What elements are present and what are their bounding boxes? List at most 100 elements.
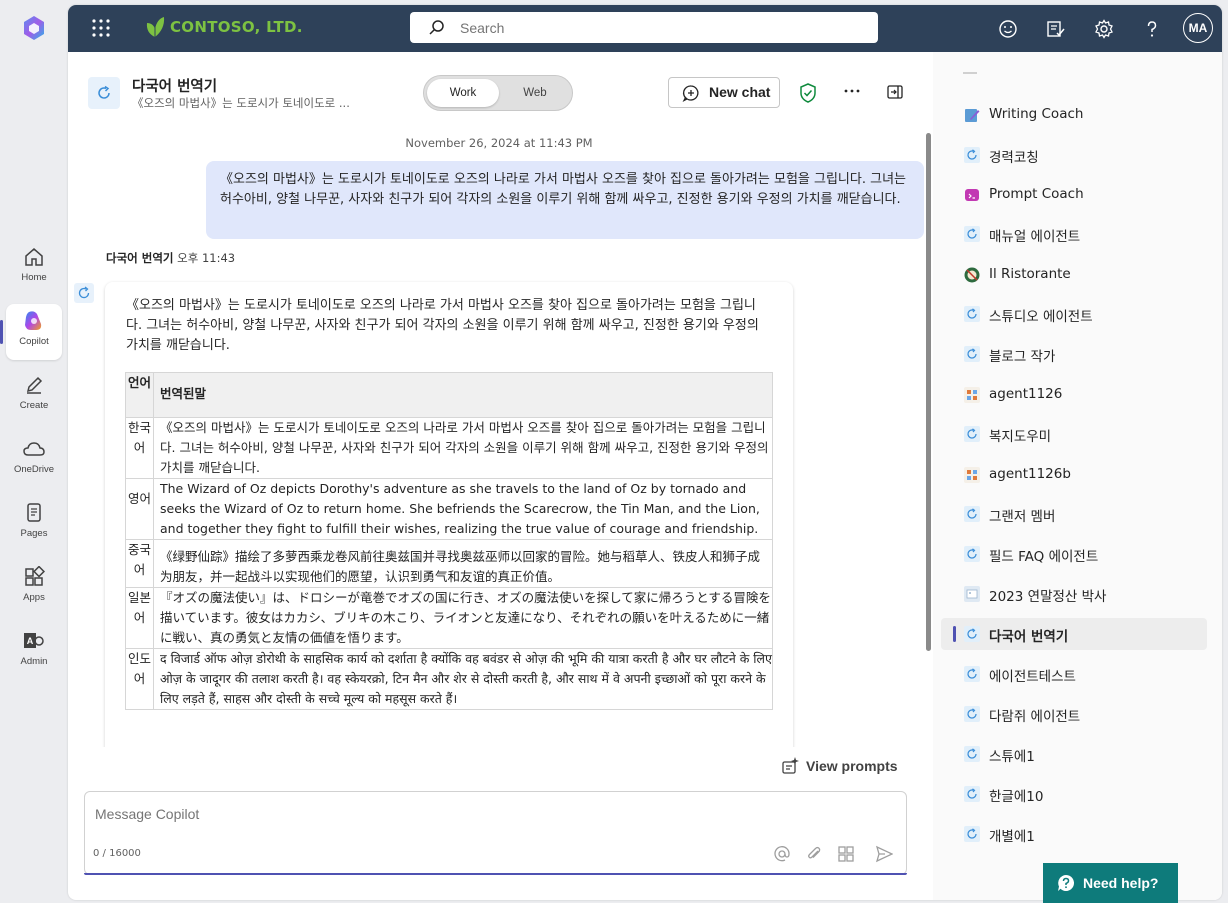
rail-copilot[interactable]: Copilot: [0, 304, 62, 360]
left-rail: Home Copilot Create OneDrive Pages Apps …: [0, 0, 68, 903]
feedback-smiley-icon[interactable]: [997, 18, 1019, 40]
rail-onedrive-label: OneDrive: [13, 464, 55, 475]
agent-item-selected[interactable]: 다국어 번역기: [941, 618, 1207, 650]
shield-check-icon[interactable]: [798, 82, 818, 104]
agent-item[interactable]: 2023 연말정산 박사: [941, 578, 1207, 610]
agent-item-writing-coach[interactable]: Writing Coach: [941, 99, 1207, 131]
agent-icon: [964, 666, 980, 682]
m365-logo-icon[interactable]: [20, 14, 48, 42]
agent-item-ristorante[interactable]: Il Ristorante: [941, 259, 1207, 291]
settings-gear-icon[interactable]: [1093, 18, 1115, 40]
agent-icon: [964, 346, 980, 362]
ristorante-icon: [964, 267, 980, 283]
agent-item[interactable]: 복지도우미: [941, 418, 1207, 450]
view-prompts-label: View prompts: [806, 758, 898, 774]
apps-addin-icon[interactable]: [837, 845, 855, 863]
language-cell: 영어: [125, 478, 154, 540]
add-chat-icon: [682, 85, 699, 102]
cloud-icon: [23, 442, 45, 456]
top-bar: CONTOSO, LTD. MA: [68, 5, 1222, 52]
agent-item[interactable]: 개별에1: [941, 818, 1207, 850]
attach-paperclip-icon[interactable]: [805, 845, 823, 863]
agent-label: 에이전트테스트: [989, 669, 1076, 685]
refresh-agent-icon: [98, 85, 110, 99]
more-options-icon[interactable]: [843, 87, 861, 95]
rail-admin[interactable]: A Admin: [6, 624, 62, 680]
translation-table: 언어 번역된말 한국어 《오즈의 마법사》는 도로시가 토네이도로 오즈의 나라…: [125, 372, 773, 710]
agent-label: agent1126: [989, 386, 1063, 402]
agent-item[interactable]: agent1126: [941, 379, 1207, 411]
language-cell: 중국어: [125, 539, 154, 588]
help-question-icon[interactable]: [1141, 18, 1163, 40]
writing-coach-icon: [965, 109, 980, 122]
agent-item-prompt-coach[interactable]: Prompt Coach: [941, 179, 1207, 211]
search-icon: [429, 20, 444, 35]
agent-item[interactable]: 경력코칭: [941, 139, 1207, 171]
agent-item[interactable]: 한글에10: [941, 778, 1207, 810]
rail-apps[interactable]: Apps: [6, 560, 62, 616]
agent-item[interactable]: 필드 FAQ 에이전트: [941, 538, 1207, 570]
agent-item[interactable]: agent1126b: [941, 459, 1207, 491]
table-row: 영어 The Wizard of Oz depicts Dorothy's ad…: [125, 478, 773, 540]
rail-home-label: Home: [21, 272, 47, 283]
new-chat-button[interactable]: New chat: [668, 77, 780, 108]
notes-check-icon[interactable]: [1045, 18, 1067, 40]
message-composer: 0 / 16000: [84, 791, 907, 875]
agent-label: 스튜디오 에이전트: [989, 309, 1093, 325]
agent-icon: [964, 786, 980, 802]
agent-item[interactable]: 스튜에1: [941, 738, 1207, 770]
selected-indicator: [953, 626, 956, 642]
chat-thread: November 26, 2024 at 11:43 PM 《오즈의 마법사》는…: [68, 125, 930, 747]
svg-text:A: A: [27, 636, 34, 646]
mention-at-icon[interactable]: [773, 845, 791, 863]
agent-item[interactable]: 그랜저 멤버: [941, 498, 1207, 530]
agent-item[interactable]: 다람쥐 에이전트: [941, 698, 1207, 730]
sparkle-prompts-icon: [782, 757, 799, 774]
agent-label: 한글에10: [989, 789, 1044, 805]
message-input[interactable]: [93, 804, 877, 836]
agent-icon: [964, 306, 980, 322]
translation-cell: 『オズの魔法使い』は、ドロシーが竜巻でオズの国に行き、オズの魔法使いを探して家に…: [153, 587, 773, 649]
agent-label: 복지도우미: [989, 429, 1052, 445]
collapse-panel-icon[interactable]: [886, 83, 904, 101]
search-input[interactable]: [458, 17, 862, 39]
rail-pages-label: Pages: [20, 528, 48, 539]
agent-label: 스튜에1: [989, 749, 1035, 765]
work-web-toggle[interactable]: Work Web: [423, 75, 573, 111]
user-avatar[interactable]: MA: [1183, 13, 1213, 43]
agent-item[interactable]: 에이전트테스트: [941, 658, 1207, 690]
pen-icon: [26, 376, 43, 394]
send-icon[interactable]: [875, 845, 893, 863]
rail-pages[interactable]: Pages: [6, 496, 62, 552]
agent-subtitle: 《오즈의 마법사》는 도로시가 토네이도로 ...: [132, 96, 350, 110]
rail-onedrive[interactable]: OneDrive: [6, 432, 62, 488]
agent-label: 2023 연말정산 박사: [989, 589, 1107, 605]
agent-icon: [964, 426, 980, 442]
rail-admin-label: Admin: [20, 656, 48, 667]
new-chat-label: New chat: [709, 84, 771, 100]
agent-title: 다국어 번역기: [132, 79, 218, 95]
rail-create[interactable]: Create: [6, 368, 62, 424]
bot-agent-icon: [74, 283, 94, 303]
app-launcher-icon[interactable]: [92, 19, 110, 37]
brand-logo[interactable]: CONTOSO, LTD.: [144, 15, 303, 39]
toggle-web[interactable]: Web: [499, 79, 571, 107]
column-header-translation: 번역된말: [153, 372, 773, 418]
need-help-label: Need help?: [1083, 875, 1159, 891]
agent-item[interactable]: 블로그 작가: [941, 338, 1207, 370]
agent-item[interactable]: 매뉴얼 에이전트: [941, 218, 1207, 250]
toggle-work[interactable]: Work: [427, 79, 499, 107]
agent-item[interactable]: 스튜디오 에이전트: [941, 298, 1207, 330]
chat-scrollbar[interactable]: [926, 133, 931, 651]
image-agent-icon: [964, 586, 980, 602]
translation-cell: द विजार्ड ऑफ ओज़ डोरोथी के साहसिक कार्य …: [153, 648, 773, 710]
search-box[interactable]: [410, 12, 878, 43]
leaf-logo-icon: [146, 17, 165, 37]
agent-label: 필드 FAQ 에이전트: [989, 549, 1099, 565]
need-help-button[interactable]: Need help?: [1043, 863, 1178, 903]
agent-icon: [964, 626, 980, 642]
grid-agent-icon: [964, 467, 980, 483]
agent-label: 다람쥐 에이전트: [989, 709, 1081, 725]
rail-copilot-label: Copilot: [19, 336, 49, 347]
rail-home[interactable]: Home: [6, 240, 62, 296]
